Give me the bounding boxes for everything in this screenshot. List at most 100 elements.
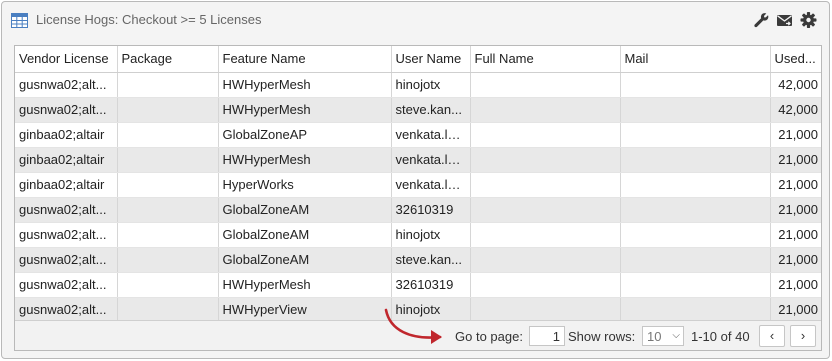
cell-full-name	[470, 72, 621, 98]
cell-mail	[620, 97, 771, 123]
cell-vendor-license: ginbaa02;altair	[15, 122, 118, 148]
go-to-page-label: Go to page:	[455, 329, 523, 344]
gear-icon[interactable]	[800, 12, 817, 28]
cell-used: 42,000	[770, 72, 821, 98]
page-number-input[interactable]: 1	[529, 326, 565, 346]
cell-vendor-license: gusnwa02;alt...	[15, 197, 118, 223]
cell-package	[117, 297, 219, 323]
column-header-mail[interactable]: Mail	[620, 46, 771, 73]
column-header-package[interactable]: Package	[117, 46, 219, 73]
cell-package	[117, 272, 219, 298]
rows-per-page-select[interactable]: 10 ⌵	[642, 326, 684, 346]
cell-used: 21,000	[770, 247, 821, 273]
cell-mail	[620, 147, 771, 173]
table-body: gusnwa02;alt... HWHyperMesh hinojotx 42,000…	[15, 72, 821, 323]
rows-per-page-value: 10	[647, 329, 662, 344]
cell-user-name: hinojotx	[391, 72, 471, 98]
table-row[interactable]: gusnwa02;alt... HWHyperMesh 32610319 21,000	[15, 272, 821, 298]
license-table: Vendor License Package Feature Name User…	[15, 46, 821, 323]
cell-feature-name: HWHyperMesh	[218, 97, 392, 123]
column-header-vendor-license[interactable]: Vendor License	[15, 46, 118, 73]
cell-used: 42,000	[770, 97, 821, 123]
cell-feature-name: HWHyperMesh	[218, 72, 392, 98]
cell-vendor-license: gusnwa02;alt...	[15, 97, 118, 123]
cell-package	[117, 122, 219, 148]
cell-vendor-license: gusnwa02;alt...	[15, 247, 118, 273]
previous-page-button[interactable]: ‹	[759, 325, 785, 347]
cell-used: 21,000	[770, 147, 821, 173]
cell-feature-name: HyperWorks	[218, 172, 392, 198]
table-row[interactable]: gusnwa02;alt... GlobalZoneAM hinojotx 21,00…	[15, 222, 821, 248]
cell-feature-name: GlobalZoneAM	[218, 197, 392, 223]
table-row[interactable]: ginbaa02;altair HyperWorks venkata.la... 21…	[15, 172, 821, 198]
table-header-row: Vendor License Package Feature Name User…	[15, 46, 821, 73]
cell-used: 21,000	[770, 297, 821, 323]
annotation-arrow-icon	[384, 308, 442, 344]
table-row[interactable]: gusnwa02;alt... GlobalZoneAM 32610319 21,00…	[15, 197, 821, 223]
cell-mail	[620, 297, 771, 323]
cell-mail	[620, 72, 771, 98]
cell-used: 21,000	[770, 222, 821, 248]
table-row[interactable]: gusnwa02;alt... GlobalZoneAM steve.kan... 2…	[15, 247, 821, 273]
wrench-icon[interactable]	[753, 12, 770, 28]
cell-full-name	[470, 122, 621, 148]
chevron-left-icon: ‹	[769, 328, 775, 343]
cell-package	[117, 97, 219, 123]
table-row[interactable]: gusnwa02;alt... HWHyperMesh steve.kan... 42…	[15, 97, 821, 123]
cell-user-name: hinojotx	[391, 222, 471, 248]
column-header-full-name[interactable]: Full Name	[470, 46, 621, 73]
cell-mail	[620, 197, 771, 223]
table-row[interactable]: ginbaa02;altair GlobalZoneAP venkata.la...…	[15, 122, 821, 148]
cell-used: 21,000	[770, 272, 821, 298]
cell-package	[117, 197, 219, 223]
cell-package	[117, 222, 219, 248]
cell-mail	[620, 247, 771, 273]
cell-user-name: venkata.la...	[391, 122, 471, 148]
cell-package	[117, 147, 219, 173]
cell-package	[117, 72, 219, 98]
next-page-button[interactable]: ›	[790, 325, 816, 347]
cell-full-name	[470, 297, 621, 323]
cell-mail	[620, 272, 771, 298]
cell-full-name	[470, 172, 621, 198]
table-row[interactable]: gusnwa02;alt... HWHyperMesh hinojotx 42,000	[15, 72, 821, 98]
cell-feature-name: HWHyperMesh	[218, 147, 392, 173]
cell-vendor-license: gusnwa02;alt...	[15, 222, 118, 248]
column-header-user-name[interactable]: User Name	[391, 46, 471, 73]
cell-package	[117, 172, 219, 198]
cell-vendor-license: ginbaa02;altair	[15, 147, 118, 173]
cell-user-name: 32610319	[391, 197, 471, 223]
cell-user-name: steve.kan...	[391, 97, 471, 123]
cell-used: 21,000	[770, 122, 821, 148]
cell-full-name	[470, 147, 621, 173]
column-header-feature-name[interactable]: Feature Name	[218, 46, 392, 73]
cell-user-name: steve.kan...	[391, 247, 471, 273]
cell-feature-name: HWHyperView	[218, 297, 392, 323]
cell-full-name	[470, 97, 621, 123]
cell-user-name: venkata.la...	[391, 147, 471, 173]
cell-mail	[620, 122, 771, 148]
column-header-used[interactable]: Used...	[770, 46, 821, 73]
cell-full-name	[470, 247, 621, 273]
cell-vendor-license: gusnwa02;alt...	[15, 297, 118, 323]
chevron-right-icon: ›	[800, 328, 806, 343]
cell-feature-name: GlobalZoneAP	[218, 122, 392, 148]
cell-user-name: venkata.la...	[391, 172, 471, 198]
cell-user-name: 32610319	[391, 272, 471, 298]
cell-mail	[620, 172, 771, 198]
mail-icon[interactable]	[776, 12, 793, 28]
cell-feature-name: HWHyperMesh	[218, 272, 392, 298]
cell-feature-name: GlobalZoneAM	[218, 247, 392, 273]
table-row[interactable]: ginbaa02;altair HWHyperMesh venkata.la... 2…	[15, 147, 821, 173]
cell-mail	[620, 222, 771, 248]
panel-header: License Hogs: Checkout >= 5 Licenses	[2, 2, 829, 38]
cell-vendor-license: gusnwa02;alt...	[15, 72, 118, 98]
show-rows-label: Show rows:	[568, 329, 636, 344]
cell-feature-name: GlobalZoneAM	[218, 222, 392, 248]
table-icon	[11, 13, 28, 28]
cell-package	[117, 247, 219, 273]
cell-full-name	[470, 272, 621, 298]
cell-vendor-license: gusnwa02;alt...	[15, 272, 118, 298]
page-range-text: 1-10 of 40	[691, 329, 750, 344]
cell-vendor-license: ginbaa02;altair	[15, 172, 118, 198]
